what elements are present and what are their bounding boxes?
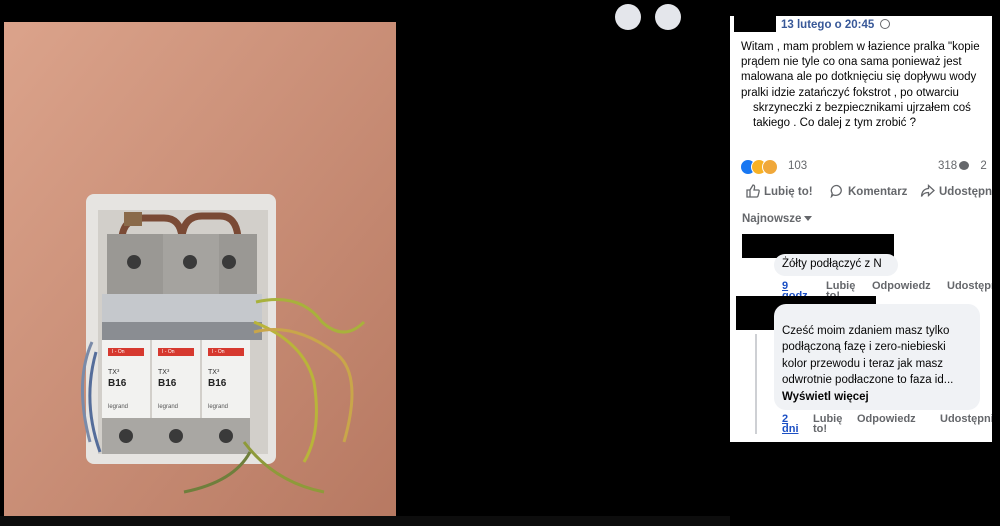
thread-line <box>755 334 757 434</box>
comment-1-text: Żółty podłączyć z N <box>782 256 882 272</box>
post-line: takiego . Co dalej z tym zrobić ? <box>753 117 916 130</box>
comment-2-time[interactable]: 2 dni <box>782 414 799 435</box>
post-date-text[interactable]: 13 lutego o 20:45 <box>781 19 874 31</box>
breaker-2-state: I - On <box>162 349 175 355</box>
post-line: malowana ale po dotknięciu się dopływu w… <box>741 71 977 84</box>
lower-terminals <box>102 418 250 454</box>
share-count[interactable]: 2 <box>980 160 986 172</box>
comment-line: Cześć moim zdaniem masz tylko <box>782 325 950 337</box>
comment-count[interactable]: 318 2 <box>938 160 987 172</box>
breaker-1-brand: TX³ <box>108 369 120 376</box>
comments-sort-dropdown[interactable]: Najnowsze <box>742 213 813 225</box>
breaker-bodies <box>102 294 262 418</box>
wow-reaction-icon <box>762 159 778 175</box>
comment-bubble-icon <box>959 161 970 170</box>
see-more-link[interactable]: Wyświetl więcej <box>782 389 953 405</box>
comments-sort-label[interactable]: Najnowsze <box>742 213 801 225</box>
breaker-1-rating: B16 <box>108 378 127 389</box>
comment-line: kolor przewodu i teraz jak masz <box>782 357 944 370</box>
breaker-2-brand: TX³ <box>158 369 170 376</box>
post-body: Witam , mam problem w łazience pralka "k… <box>741 40 992 131</box>
zoom-icon[interactable] <box>615 4 641 30</box>
post-timestamp[interactable]: 13 lutego o 20:45 <box>781 19 891 31</box>
breaker-3-state: I - On <box>212 349 225 355</box>
comment-button[interactable]: Komentarz <box>830 184 907 199</box>
breaker-2-maker: legrand <box>158 404 178 410</box>
comment-2-like-button[interactable]: Lubię to! <box>813 414 845 435</box>
globe-icon <box>880 19 891 29</box>
comment-2-reply-button[interactable]: Odpowiedz <box>857 414 916 425</box>
share-icon <box>920 184 935 197</box>
comment-line: Żółty podłączyć z N <box>782 258 882 270</box>
post-panel: 13 lutego o 20:45 Witam , mam problem w … <box>730 16 992 442</box>
comment-2-time-unit[interactable]: dni <box>782 423 799 435</box>
post-line: Witam , mam problem w łazience pralka "k… <box>741 41 980 53</box>
post-line: skrzyneczki z bezpiecznikami ujrzałem co… <box>753 101 971 114</box>
reaction-count[interactable]: 103 <box>788 160 807 172</box>
comment-1-reply-button[interactable]: Odpowiedz <box>872 281 931 292</box>
comment-icon <box>830 184 842 199</box>
share-button[interactable]: Udostępnij <box>920 184 992 198</box>
comment-label[interactable]: Komentarz <box>848 186 907 198</box>
fuse-box-illustration: I - On I - On I - On TX³ TX³ TX³ B16 B16… <box>4 22 396 516</box>
post-stats: 103 318 2 <box>740 158 992 176</box>
like-label[interactable]: Lubię to! <box>764 186 813 198</box>
breaker-1-maker: legrand <box>108 404 128 410</box>
breaker-2-rating: B16 <box>158 378 177 389</box>
post-photo[interactable]: I - On I - On I - On TX³ TX³ TX³ B16 B16… <box>4 22 396 516</box>
viewer-bottom-bar <box>0 516 730 526</box>
comment-1-share-button[interactable]: Udostępnij <box>947 281 992 292</box>
upper-terminals <box>107 234 257 294</box>
breaker-3-maker: legrand <box>208 404 228 410</box>
comment-2-share-button[interactable]: Udostępnij <box>940 414 992 425</box>
post-line: prądem nie tyle co ona sama ponieważ jes… <box>741 56 962 69</box>
fullscreen-icon[interactable] <box>655 4 681 30</box>
comment-line: odwrotnie podłaczone to faza id... <box>782 374 954 387</box>
chevron-down-icon <box>804 216 813 221</box>
breaker-3-brand: TX³ <box>208 369 220 376</box>
share-label[interactable]: Udostępnij <box>939 186 992 198</box>
comment-2-text: Cześć moim zdaniem masz tylko podłączoną… <box>782 323 953 405</box>
comment-count-text[interactable]: 318 <box>938 160 957 172</box>
thumbs-up-icon <box>746 184 760 198</box>
breaker-3-rating: B16 <box>208 378 227 389</box>
comment-line: podłączoną fazę i zero-niebieski <box>782 341 946 354</box>
post-line: pralki idzie zatańczyć fokstrot , po otw… <box>741 86 959 99</box>
post-actions: Lubię to! Komentarz Udostępnij <box>730 181 992 203</box>
media-viewer-controls <box>615 4 705 30</box>
like-button[interactable]: Lubię to! <box>746 184 813 198</box>
breaker-1-state: I - On <box>112 349 125 355</box>
author-redacted <box>734 16 776 32</box>
